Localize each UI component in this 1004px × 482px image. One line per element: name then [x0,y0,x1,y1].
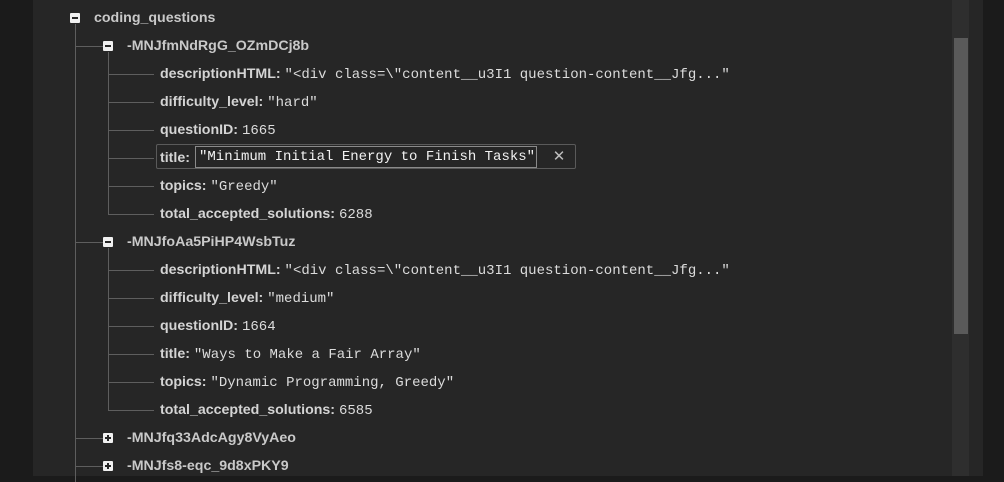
tree-line [75,438,103,439]
field-key: difficulty_level: [160,94,264,110]
field-row[interactable]: questionID: 1664 [160,312,276,340]
field-key: total_accepted_solutions: [160,206,336,222]
tree-line [75,466,103,467]
tree-line [108,270,154,271]
field-row[interactable]: questionID: 1665 [160,116,276,144]
field-key: descriptionHTML: [160,66,281,82]
field-key: questionID: [160,318,239,334]
close-icon[interactable]: ✕ [548,146,570,168]
field-row[interactable]: total_accepted_solutions: 6585 [160,396,373,424]
field-row[interactable]: topics: "Greedy" [160,172,278,200]
field-value[interactable]: "Greedy" [210,179,277,195]
node-key[interactable]: -MNJfs8-eqc_9d8xPKY9 [127,452,289,480]
field-value[interactable]: 1665 [242,123,276,139]
field-value[interactable]: 6585 [339,403,373,419]
root-node-key[interactable]: coding_questions [94,4,215,32]
field-key: topics: [160,374,207,390]
tree-line [108,382,154,383]
field-value[interactable]: 1664 [242,319,276,335]
field-key: descriptionHTML: [160,262,281,278]
tree-line [108,214,154,215]
expand-toggle-icon[interactable] [103,461,113,471]
field-row[interactable]: descriptionHTML: "<div class=\"content__… [160,256,730,284]
field-value[interactable]: 6288 [339,207,373,223]
tree-line [75,24,76,482]
field-row[interactable]: difficulty_level: "medium" [160,284,334,312]
field-row[interactable]: total_accepted_solutions: 6288 [160,200,373,228]
field-value[interactable]: "medium" [267,291,334,307]
field-value[interactable]: "hard" [267,95,317,111]
title-edit-input[interactable] [195,146,537,168]
collapse-toggle-icon[interactable] [103,41,113,51]
collapse-toggle-icon[interactable] [70,13,80,23]
tree-line [75,242,103,243]
field-key: title: [160,346,190,362]
tree-line [108,248,109,410]
field-key: title: [160,150,190,166]
tree-line [108,158,154,159]
tree-line [108,410,154,411]
collapse-toggle-icon[interactable] [103,237,113,247]
node-key[interactable]: -MNJfmNdRgG_OZmDCj8b [127,32,309,60]
field-row[interactable]: topics: "Dynamic Programming, Greedy" [160,368,454,396]
expand-toggle-icon[interactable] [103,433,113,443]
field-key: total_accepted_solutions: [160,402,336,418]
tree-line [75,46,103,47]
tree-line [108,102,154,103]
window: coding_questions -MNJfmNdRgG_OZmDCj8b de… [0,0,1004,482]
node-key[interactable]: -MNJfq33AdcAgy8VyAeo [127,424,296,452]
field-key: difficulty_level: [160,290,264,306]
tree-line [108,326,154,327]
field-key: questionID: [160,122,239,138]
field-key: topics: [160,178,207,194]
field-row[interactable]: descriptionHTML: "<div class=\"content__… [160,60,730,88]
tree-line [108,186,154,187]
vertical-scrollbar-thumb[interactable] [954,38,968,334]
tree-line [108,130,154,131]
field-value[interactable]: "Dynamic Programming, Greedy" [210,375,454,391]
field-value[interactable]: "<div class=\"content__u3I1 question-con… [285,263,730,279]
tree-line [108,52,109,214]
tree-line [108,298,154,299]
field-row[interactable]: difficulty_level: "hard" [160,88,318,116]
tree-line [108,354,154,355]
field-value[interactable]: "Ways to Make a Fair Array" [194,347,421,363]
tree-line [108,74,154,75]
field-value[interactable]: "<div class=\"content__u3I1 question-con… [285,67,730,83]
node-key[interactable]: -MNJfoAa5PiHP4WsbTuz [127,228,295,256]
field-row[interactable]: title: "Ways to Make a Fair Array" [160,340,421,368]
